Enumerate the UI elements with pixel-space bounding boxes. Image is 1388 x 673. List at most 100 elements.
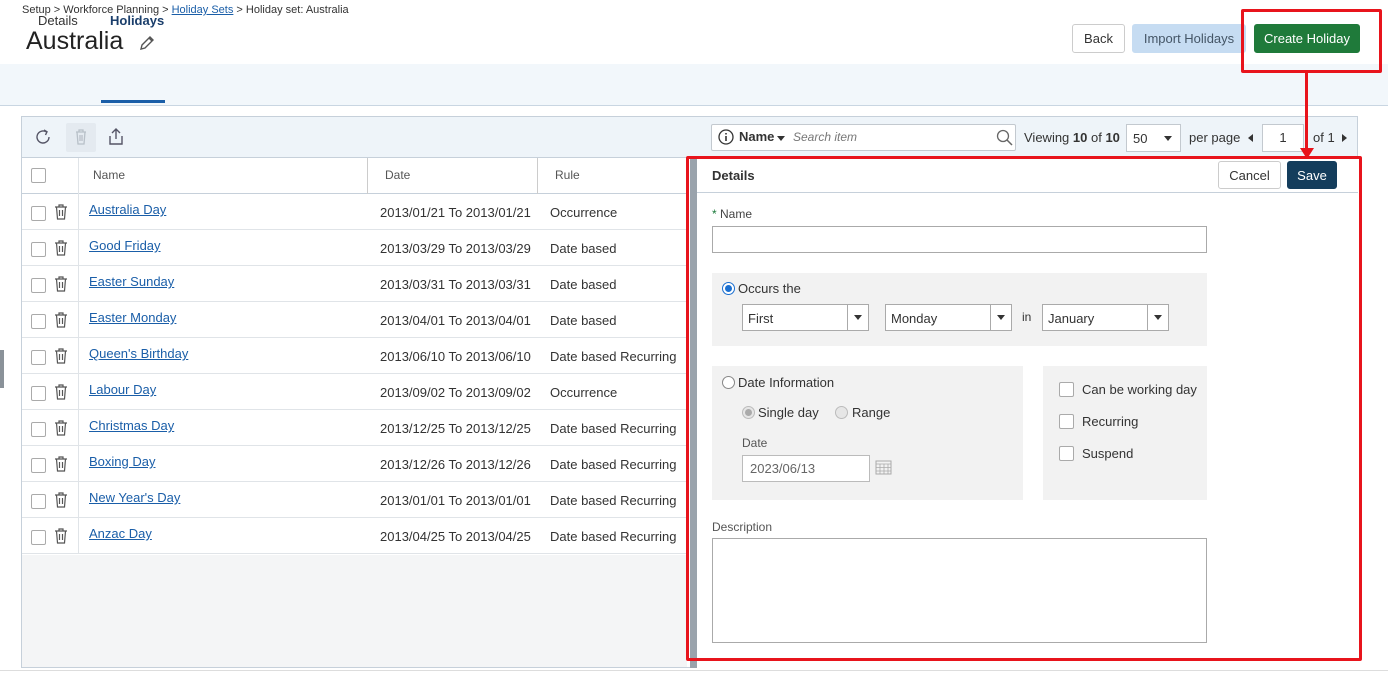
row-checkbox[interactable] xyxy=(31,350,46,365)
holiday-date: 2013/12/25 To 2013/12/25 xyxy=(380,421,531,436)
row-checkbox[interactable] xyxy=(31,386,46,401)
holiday-name-link[interactable]: Anzac Day xyxy=(89,526,152,541)
tab-details[interactable]: Details xyxy=(38,13,78,28)
table-row: Labour Day 2013/09/02 To 2013/09/02 Occurr… xyxy=(22,374,687,410)
refresh-icon[interactable] xyxy=(33,127,53,147)
arrow-head-icon xyxy=(1300,148,1314,159)
holiday-date: 2013/03/29 To 2013/03/29 xyxy=(380,241,531,256)
column-header-date[interactable]: Date xyxy=(385,168,410,182)
trash-icon[interactable] xyxy=(53,383,69,401)
tab-bar xyxy=(0,64,1388,106)
row-checkbox[interactable] xyxy=(31,314,46,329)
column-header-rule[interactable]: Rule xyxy=(555,168,580,182)
column-resize-handle[interactable] xyxy=(367,158,368,194)
table-row: Easter Sunday 2013/03/31 To 2013/03/31 Dat… xyxy=(22,266,687,302)
tab-holidays[interactable]: Holidays xyxy=(110,13,164,28)
holiday-rule: Date based xyxy=(550,277,617,292)
chevron-down-icon[interactable] xyxy=(1164,136,1172,141)
row-checkbox[interactable] xyxy=(31,422,46,437)
cell-divider xyxy=(78,194,79,230)
next-page-icon[interactable] xyxy=(1342,134,1347,142)
holiday-rule: Date based Recurring xyxy=(550,457,677,472)
row-checkbox[interactable] xyxy=(31,206,46,221)
holiday-name-link[interactable]: Easter Sunday xyxy=(89,274,174,289)
holiday-date: 2013/04/01 To 2013/04/01 xyxy=(380,313,531,328)
holiday-date: 2013/01/21 To 2013/01/21 xyxy=(380,205,531,220)
breadcrumb-current: > Holiday set: Australia xyxy=(233,4,349,16)
column-header-name[interactable]: Name xyxy=(93,168,125,182)
holiday-name-link[interactable]: New Year's Day xyxy=(89,490,180,505)
table-empty-area xyxy=(22,555,687,667)
holiday-rule: Date based Recurring xyxy=(550,529,677,544)
holiday-date: 2013/04/25 To 2013/04/25 xyxy=(380,529,531,544)
trash-icon[interactable] xyxy=(53,527,69,545)
row-checkbox[interactable] xyxy=(31,278,46,293)
previous-page-icon[interactable] xyxy=(1248,134,1253,142)
table-row: New Year's Day 2013/01/01 To 2013/01/01 Da… xyxy=(22,482,687,518)
search-icon[interactable] xyxy=(996,129,1014,147)
cell-divider xyxy=(78,410,79,446)
table-row: Australia Day 2013/01/21 To 2013/01/21 Occ… xyxy=(22,194,687,230)
trash-icon[interactable] xyxy=(53,239,69,257)
table-row: Boxing Day 2013/12/26 To 2013/12/26 Date b… xyxy=(22,446,687,482)
row-checkbox[interactable] xyxy=(31,242,46,257)
active-tab-indicator xyxy=(101,100,165,103)
page-title: Australia xyxy=(26,27,124,55)
viewing-shown: 10 xyxy=(1072,130,1088,145)
search-input[interactable]: Search item xyxy=(793,130,857,144)
viewing-total: 10 xyxy=(1105,130,1120,145)
holiday-date: 2013/06/10 To 2013/06/10 xyxy=(380,349,531,364)
search-field-selector[interactable]: Name xyxy=(739,129,774,144)
pencil-icon[interactable] xyxy=(138,34,156,52)
row-checkbox[interactable] xyxy=(31,494,46,509)
trash-icon[interactable] xyxy=(53,491,69,509)
holiday-name-link[interactable]: Christmas Day xyxy=(89,418,174,433)
per-page-value: 50 xyxy=(1133,131,1148,146)
trash-icon[interactable] xyxy=(53,347,69,365)
holiday-rule: Date based xyxy=(550,241,617,256)
info-icon[interactable] xyxy=(718,129,734,145)
table-row: Anzac Day 2013/04/25 To 2013/04/25 Date ba… xyxy=(22,518,687,554)
row-checkbox[interactable] xyxy=(31,458,46,473)
holiday-rule: Date based Recurring xyxy=(550,349,677,364)
holiday-rule: Date based Recurring xyxy=(550,493,677,508)
trash-icon[interactable] xyxy=(53,203,69,221)
back-button[interactable]: Back xyxy=(1072,24,1125,53)
annotation-arrow xyxy=(1305,72,1308,154)
holiday-name-link[interactable]: Australia Day xyxy=(89,202,166,217)
viewing-of: of xyxy=(1087,130,1106,145)
trash-icon[interactable] xyxy=(53,455,69,473)
export-icon[interactable] xyxy=(106,127,126,147)
row-checkbox[interactable] xyxy=(31,530,46,545)
holiday-name-link[interactable]: Queen's Birthday xyxy=(89,346,188,361)
holiday-date: 2013/01/01 To 2013/01/01 xyxy=(380,493,531,508)
cell-divider xyxy=(78,230,79,266)
cell-divider xyxy=(78,518,79,554)
trash-icon[interactable] xyxy=(53,419,69,437)
divider xyxy=(0,670,1388,671)
holiday-name-link[interactable]: Easter Monday xyxy=(89,310,176,325)
breadcrumb-link-holiday-sets[interactable]: Holiday Sets xyxy=(172,4,234,16)
table-row: Queen's Birthday 2013/06/10 To 2013/06/10… xyxy=(22,338,687,374)
viewing-count: Viewing 10 of 10 xyxy=(1024,130,1120,145)
holiday-name-link[interactable]: Labour Day xyxy=(89,382,156,397)
holiday-rule: Date based xyxy=(550,313,617,328)
cell-divider xyxy=(78,482,79,518)
page-number-input[interactable]: 1 xyxy=(1262,124,1304,152)
holiday-name-link[interactable]: Boxing Day xyxy=(89,454,155,469)
trash-icon[interactable] xyxy=(53,311,69,329)
import-holidays-button[interactable]: Import Holidays xyxy=(1132,24,1246,53)
highlight-box-create xyxy=(1241,9,1382,73)
cell-divider xyxy=(78,302,79,338)
holiday-date: 2013/12/26 To 2013/12/26 xyxy=(380,457,531,472)
select-all-checkbox[interactable] xyxy=(31,168,46,183)
holiday-rule: Date based Recurring xyxy=(550,421,677,436)
holiday-name-link[interactable]: Good Friday xyxy=(89,238,161,253)
column-divider xyxy=(78,158,79,194)
column-resize-handle[interactable] xyxy=(537,158,538,194)
chevron-down-icon[interactable] xyxy=(777,136,785,141)
cell-divider xyxy=(78,338,79,374)
side-grip[interactable] xyxy=(0,350,4,388)
cell-divider xyxy=(78,446,79,482)
trash-icon[interactable] xyxy=(53,275,69,293)
